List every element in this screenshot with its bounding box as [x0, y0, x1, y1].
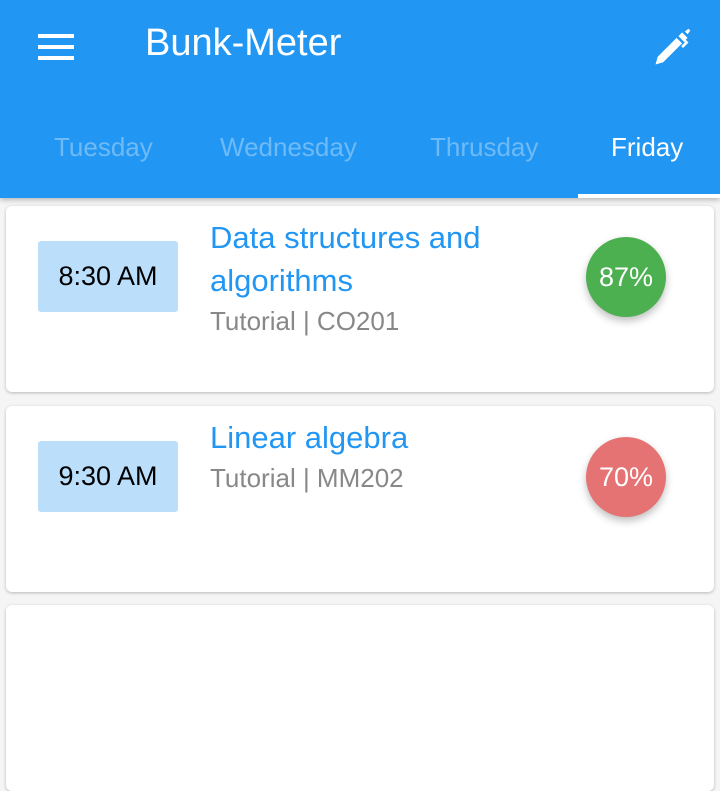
- class-meta: Tutorial | MM202: [210, 463, 404, 493]
- class-card[interactable]: 8:30 AM Data structures and algorithms T…: [6, 206, 714, 392]
- app-bar: Bunk-Meter Tuesday Wednesday Thrusday Fr…: [0, 0, 720, 198]
- pen-icon[interactable]: [650, 26, 694, 70]
- tab-indicator: [578, 194, 720, 198]
- attendance-badge[interactable]: 87%: [586, 237, 666, 317]
- class-time: 8:30 AM: [38, 241, 178, 312]
- class-time: 9:30 AM: [38, 441, 178, 512]
- class-subject: Data structures and algorithms: [210, 220, 481, 298]
- day-tabs: Tuesday Wednesday Thrusday Friday: [0, 118, 720, 198]
- tab-tuesday[interactable]: Tuesday: [54, 132, 153, 163]
- tab-wednesday[interactable]: Wednesday: [220, 132, 357, 163]
- class-card[interactable]: 9:30 AM Linear algebra Tutorial | MM202 …: [6, 406, 714, 592]
- class-meta: Tutorial | CO201: [210, 306, 400, 336]
- class-subject: Linear algebra: [210, 420, 409, 455]
- tab-friday[interactable]: Friday: [611, 132, 683, 163]
- attendance-badge[interactable]: 70%: [586, 437, 666, 517]
- menu-icon[interactable]: [38, 34, 74, 60]
- tab-thursday[interactable]: Thrusday: [430, 132, 538, 163]
- app-title: Bunk-Meter: [145, 22, 342, 64]
- class-card-partial[interactable]: [6, 605, 714, 791]
